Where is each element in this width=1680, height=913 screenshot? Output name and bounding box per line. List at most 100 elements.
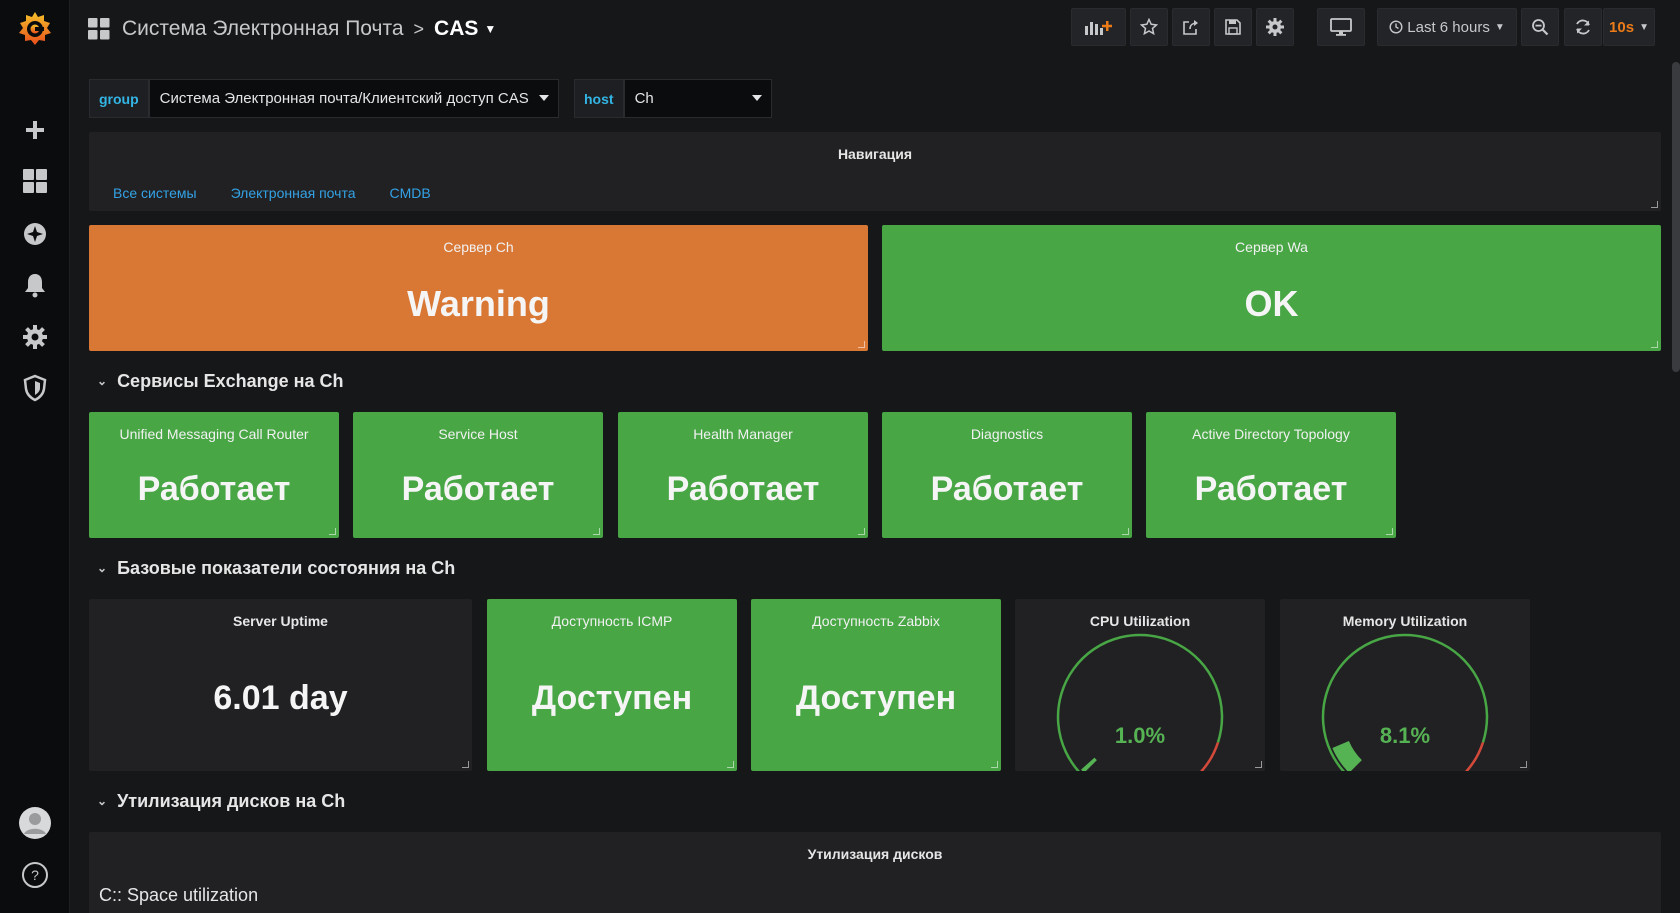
- resize-handle[interactable]: [1520, 761, 1527, 768]
- help-icon[interactable]: ?: [14, 854, 56, 896]
- icmp-availability-panel: Доступность ICMP Доступен: [487, 599, 737, 771]
- row-exchange-services[interactable]: ⌄ Сервисы Exchange на Ch: [97, 369, 344, 393]
- resize-handle[interactable]: [1651, 201, 1658, 208]
- tv-mode-button[interactable]: [1317, 8, 1365, 46]
- resize-handle[interactable]: [991, 761, 998, 768]
- service-panel: Service Host Работает: [353, 412, 603, 538]
- explore-icon[interactable]: [14, 213, 56, 255]
- caret-down-icon[interactable]: ▼: [484, 22, 496, 36]
- gauge-threshold-green: [1056, 633, 1224, 771]
- caret-down-icon: ▼: [1639, 21, 1649, 33]
- avatar-icon[interactable]: [14, 802, 56, 844]
- time-range-picker[interactable]: Last 6 hours ▼: [1377, 8, 1517, 46]
- dashboard-settings-button[interactable]: [1256, 8, 1294, 46]
- shield-icon[interactable]: [14, 367, 56, 409]
- refresh-interval-picker[interactable]: 10s ▼: [1603, 8, 1655, 46]
- breadcrumb-separator: >: [413, 18, 425, 39]
- breadcrumb-folder[interactable]: Система Электронная Почта: [122, 17, 404, 41]
- refresh-button[interactable]: [1564, 8, 1602, 46]
- share-icon: [1183, 20, 1198, 35]
- disk-utilization-panel: Утилизация дисков C:: Space utilization: [89, 832, 1661, 913]
- resize-handle[interactable]: [1122, 528, 1129, 535]
- row-title: Утилизация дисков на Ch: [117, 790, 346, 811]
- chevron-down-icon: ⌄: [97, 374, 108, 388]
- row-disk-utilization[interactable]: ⌄ Утилизация дисков на Ch: [97, 789, 345, 813]
- caret-down-icon: [751, 95, 762, 101]
- caret-down-icon: ▼: [1494, 21, 1505, 33]
- disk-space-label: C:: Space utilization: [99, 885, 259, 905]
- star-icon: [1140, 18, 1158, 36]
- top-navbar: Система Электронная Почта > CAS ▼ Last 6…: [70, 0, 1680, 58]
- sidebar: ?: [0, 0, 70, 913]
- clock-icon: [1389, 20, 1403, 34]
- variable-label: group: [89, 79, 149, 118]
- panel-title: Service Host: [438, 426, 518, 442]
- service-panel: Unified Messaging Call Router Работает: [89, 412, 339, 538]
- breadcrumb[interactable]: Система Электронная Почта > CAS ▼: [88, 14, 496, 44]
- variable-host-select[interactable]: Ch: [623, 79, 772, 118]
- panel-title: Утилизация дисков: [807, 846, 943, 862]
- variable-host[interactable]: host Ch: [574, 79, 772, 118]
- plus-icon[interactable]: [14, 109, 56, 151]
- nav-link-all-systems[interactable]: Все системы: [113, 185, 197, 201]
- row-title: Сервисы Exchange на Ch: [117, 370, 344, 391]
- variable-group[interactable]: group Система Электронная почта/Клиентск…: [89, 79, 559, 118]
- star-button[interactable]: [1130, 8, 1168, 46]
- panel-title: Сервер Ch: [443, 239, 514, 255]
- navigation-panel: Навигация Все системы Электронная почта …: [89, 132, 1661, 211]
- save-button[interactable]: [1214, 8, 1252, 46]
- server-ch-status-panel: Сервер Ch Warning: [89, 225, 868, 351]
- gauge-value: 8.1%: [1379, 723, 1431, 748]
- configuration-icon[interactable]: [14, 316, 56, 358]
- resize-handle[interactable]: [329, 528, 336, 535]
- variable-value: Ch: [634, 90, 654, 107]
- status-value: Доступен: [795, 679, 957, 717]
- gauge-value: 1.0%: [1114, 723, 1166, 748]
- row-base-health[interactable]: ⌄ Базовые показатели состояния на Ch: [97, 556, 455, 580]
- server-wa-status-panel: Сервер Wa OK: [882, 225, 1661, 351]
- nav-link-email[interactable]: Электронная почта: [231, 185, 356, 201]
- variable-value: Система Электронная почта/Клиентский дос…: [159, 90, 529, 107]
- resize-handle[interactable]: [462, 761, 469, 768]
- panel-title: Доступность Zabbix: [812, 613, 940, 629]
- zoom-out-button[interactable]: [1521, 8, 1559, 46]
- status-value: OK: [1244, 283, 1299, 324]
- status-value: Warning: [407, 283, 550, 324]
- panel-title: Unified Messaging Call Router: [119, 426, 309, 442]
- dashboards-icon[interactable]: [14, 160, 56, 202]
- variable-group-select[interactable]: Система Электронная почта/Клиентский дос…: [148, 79, 559, 118]
- status-value: Работает: [401, 470, 555, 508]
- server-uptime-panel: Server Uptime 6.01 day: [89, 599, 472, 771]
- page-scrollbar[interactable]: [1672, 62, 1680, 372]
- memory-utilization-panel: Memory Utilization 8.1%: [1280, 599, 1530, 771]
- panel-title: Навигация: [837, 146, 913, 162]
- share-button[interactable]: [1172, 8, 1210, 46]
- panel-title: Доступность ICMP: [551, 613, 673, 629]
- row-title: Базовые показатели состояния на Ch: [117, 557, 456, 578]
- status-value: Работает: [1194, 470, 1348, 508]
- panel-title: Server Uptime: [233, 613, 328, 629]
- nav-link-cmdb[interactable]: CMDB: [390, 185, 431, 201]
- service-panel: Health Manager Работает: [618, 412, 868, 538]
- dashboard-grid-icon: [88, 18, 110, 40]
- resize-handle[interactable]: [858, 528, 865, 535]
- resize-handle[interactable]: [593, 528, 600, 535]
- resize-handle[interactable]: [858, 341, 865, 348]
- resize-handle[interactable]: [1651, 341, 1658, 348]
- caret-down-icon: [538, 95, 549, 101]
- panel-title: Health Manager: [693, 426, 793, 442]
- uptime-value: 6.01 day: [213, 679, 348, 717]
- resize-handle[interactable]: [1255, 761, 1262, 768]
- svg-text:?: ?: [31, 867, 39, 883]
- status-value: Работает: [930, 470, 1084, 508]
- resize-handle[interactable]: [1386, 528, 1393, 535]
- resize-handle[interactable]: [727, 761, 734, 768]
- add-panel-button[interactable]: [1071, 8, 1126, 46]
- dashboard-title[interactable]: CAS: [434, 17, 478, 41]
- alerting-icon[interactable]: [14, 264, 56, 306]
- cpu-utilization-panel: CPU Utilization 1.0%: [1015, 599, 1265, 771]
- panel-title: Active Directory Topology: [1192, 426, 1350, 442]
- grafana-logo-icon[interactable]: [14, 8, 56, 50]
- service-panel: Diagnostics Работает: [882, 412, 1132, 538]
- panel-title: Сервер Wa: [1235, 239, 1308, 255]
